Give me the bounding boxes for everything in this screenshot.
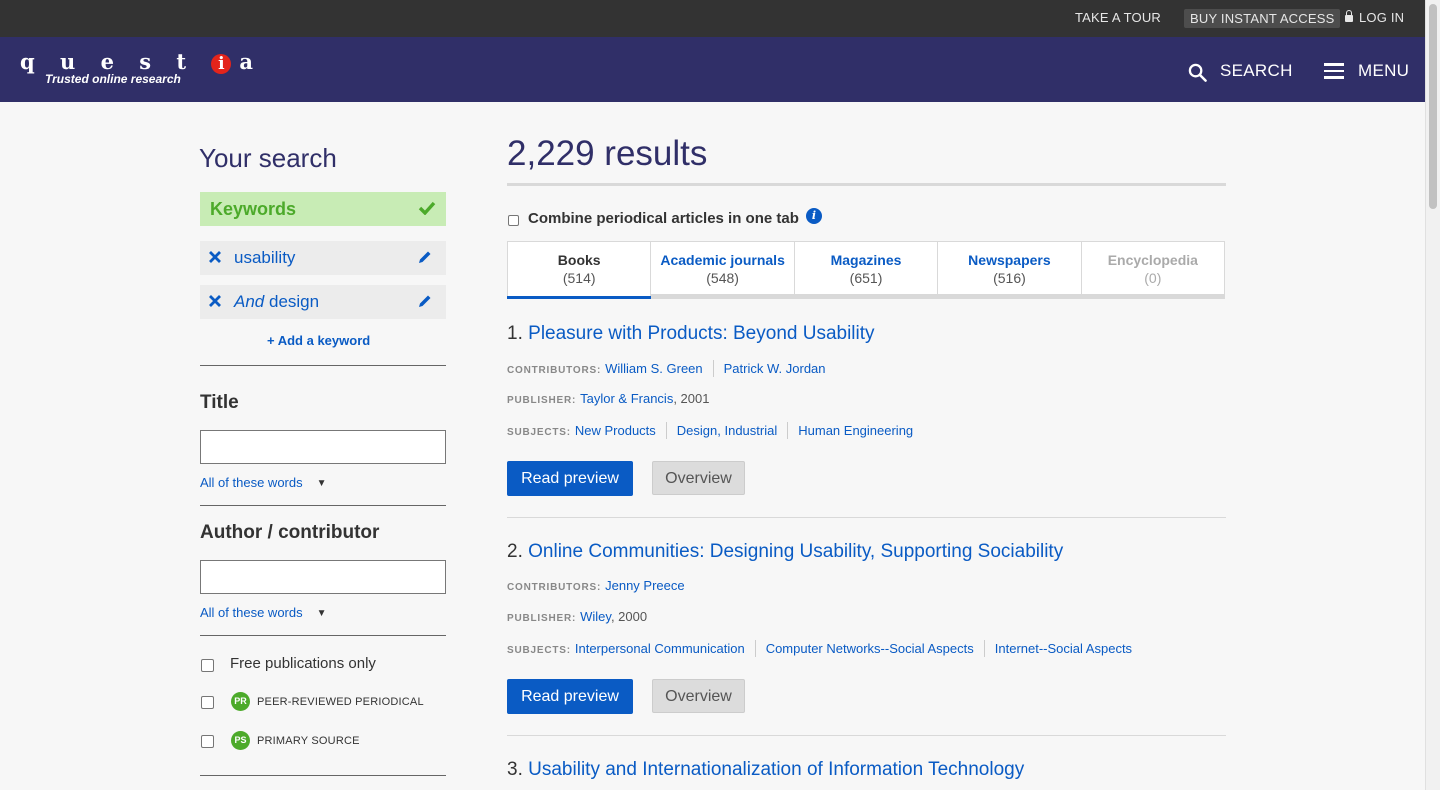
your-search-heading: Your search	[199, 143, 337, 173]
results-count: 2,229 results	[507, 134, 708, 173]
contributor-link[interactable]: Jenny Preece	[605, 578, 685, 593]
free-only-label: Free publications only	[230, 655, 376, 672]
search-button[interactable]: SEARCH	[1220, 61, 1293, 81]
tab-books[interactable]: Books (514)	[506, 242, 652, 299]
result-subjects: SUBJECTS: New Products Design, Industrial H…	[507, 422, 914, 439]
add-keyword-link[interactable]: + Add a keyword	[267, 333, 370, 348]
result-title: 1. Pleasure with Products: Beyond Usabil…	[507, 323, 875, 344]
result-publisher: PUBLISHER: Wiley, 2000	[507, 609, 648, 624]
info-icon[interactable]: i	[806, 208, 822, 224]
dropdown-arrow-icon: ▼	[316, 478, 327, 489]
result-title: 2. Online Communities: Designing Usabili…	[507, 541, 1064, 562]
subject-link[interactable]: Interpersonal Communication	[575, 641, 745, 656]
title-facet-heading: Title	[200, 392, 239, 413]
tab-newspapers[interactable]: Newspapers (516)	[938, 242, 1082, 298]
hamburger-menu-icon[interactable]	[1324, 63, 1344, 79]
read-preview-button[interactable]: Read preview	[507, 679, 633, 714]
author-facet-heading: Author / contributor	[200, 522, 380, 543]
questia-logo[interactable]: q u e s t ia	[20, 51, 262, 74]
result-contributors: CONTRIBUTORS: Jenny Preece	[507, 578, 685, 593]
primary-source-checkbox[interactable]	[201, 735, 214, 748]
result-title-link[interactable]: Pleasure with Products: Beyond Usability	[528, 323, 874, 344]
subject-link[interactable]: Internet--Social Aspects	[995, 641, 1132, 656]
result-title-link[interactable]: Usability and Internationalization of In…	[528, 759, 1024, 780]
subject-link[interactable]: Human Engineering	[798, 423, 913, 438]
remove-keyword-icon[interactable]	[208, 250, 222, 264]
divider	[200, 635, 446, 636]
peer-reviewed-badge: PR	[231, 692, 250, 711]
result-publisher: PUBLISHER: Taylor & Francis, 2001	[507, 391, 710, 406]
result-title: 3. Usability and Internationalization of…	[507, 759, 1025, 780]
result-title-link[interactable]: Online Communities: Designing Usability,…	[528, 541, 1063, 562]
lock-icon	[1345, 10, 1353, 22]
subject-link[interactable]: Computer Networks--Social Aspects	[766, 641, 974, 656]
subject-link[interactable]: New Products	[575, 423, 656, 438]
peer-reviewed-checkbox[interactable]	[201, 696, 214, 709]
keyword-term[interactable]: usability	[234, 248, 295, 268]
publisher-link[interactable]: Wiley	[580, 609, 611, 624]
search-icon[interactable]	[1188, 63, 1207, 82]
divider	[200, 505, 446, 506]
combine-periodicals-label: Combine periodical articles in one tab	[528, 210, 799, 227]
free-only-checkbox[interactable]	[201, 659, 214, 672]
remove-keyword-icon[interactable]	[208, 294, 222, 308]
results-divider	[507, 183, 1226, 186]
primary-source-badge: PS	[231, 731, 250, 750]
checkmark-icon	[418, 201, 436, 215]
divider	[200, 365, 446, 366]
result-type-tabs: Books (514) Academic journals (548) Maga…	[506, 241, 1225, 299]
tab-magazines[interactable]: Magazines (651)	[794, 242, 939, 298]
tab-academic-journals[interactable]: Academic journals (548)	[651, 242, 795, 298]
tab-encyclopedia: Encyclopedia (0)	[1081, 242, 1225, 298]
result-divider	[507, 517, 1226, 518]
keyword-connector: And	[234, 292, 265, 311]
edit-keyword-icon[interactable]	[418, 294, 432, 308]
menu-button[interactable]: MENU	[1358, 61, 1409, 81]
author-match-select[interactable]: All of these words ▼	[200, 605, 327, 620]
subject-link[interactable]: Design, Industrial	[677, 423, 777, 438]
keyword-row-design: And design	[200, 285, 446, 319]
peer-reviewed-label: PEER-REVIEWED PERIODICAL	[257, 696, 424, 708]
dropdown-arrow-icon: ▼	[316, 608, 327, 619]
result-contributors: CONTRIBUTORS: William S. Green Patrick W. …	[507, 360, 826, 377]
page-scrollbar[interactable]	[1425, 0, 1440, 790]
overview-button[interactable]: Overview	[652, 679, 745, 713]
combine-periodicals-checkbox[interactable]	[508, 215, 519, 226]
log-in-link[interactable]: LOG IN	[1345, 10, 1404, 25]
divider	[200, 775, 446, 776]
take-a-tour-link[interactable]: TAKE A TOUR	[1075, 10, 1161, 25]
keywords-header[interactable]: Keywords	[200, 192, 446, 226]
main-header: q u e s t ia Trusted online research SEA…	[0, 37, 1425, 102]
result-subjects: SUBJECTS: Interpersonal Communication Comp…	[507, 640, 1133, 657]
buy-instant-access-link[interactable]: BUY INSTANT ACCESS	[1184, 9, 1341, 28]
title-input[interactable]	[200, 430, 446, 464]
overview-button[interactable]: Overview	[652, 461, 745, 495]
title-match-select[interactable]: All of these words ▼	[200, 475, 327, 490]
primary-source-label: PRIMARY SOURCE	[257, 735, 360, 747]
contributor-link[interactable]: William S. Green	[605, 361, 703, 376]
contributor-link[interactable]: Patrick W. Jordan	[724, 361, 826, 376]
keywords-label: Keywords	[210, 199, 297, 219]
result-divider	[507, 735, 1226, 736]
logo-tagline: Trusted online research	[45, 72, 181, 86]
keyword-row-usability: usability	[200, 241, 446, 275]
publisher-link[interactable]: Taylor & Francis	[580, 391, 673, 406]
edit-keyword-icon[interactable]	[418, 250, 432, 264]
keyword-term[interactable]: And design	[234, 292, 319, 312]
read-preview-button[interactable]: Read preview	[507, 461, 633, 496]
utility-bar: TAKE A TOUR BUY INSTANT ACCESS LOG IN	[0, 0, 1425, 37]
scrollbar-thumb[interactable]	[1429, 4, 1437, 209]
author-input[interactable]	[200, 560, 446, 594]
